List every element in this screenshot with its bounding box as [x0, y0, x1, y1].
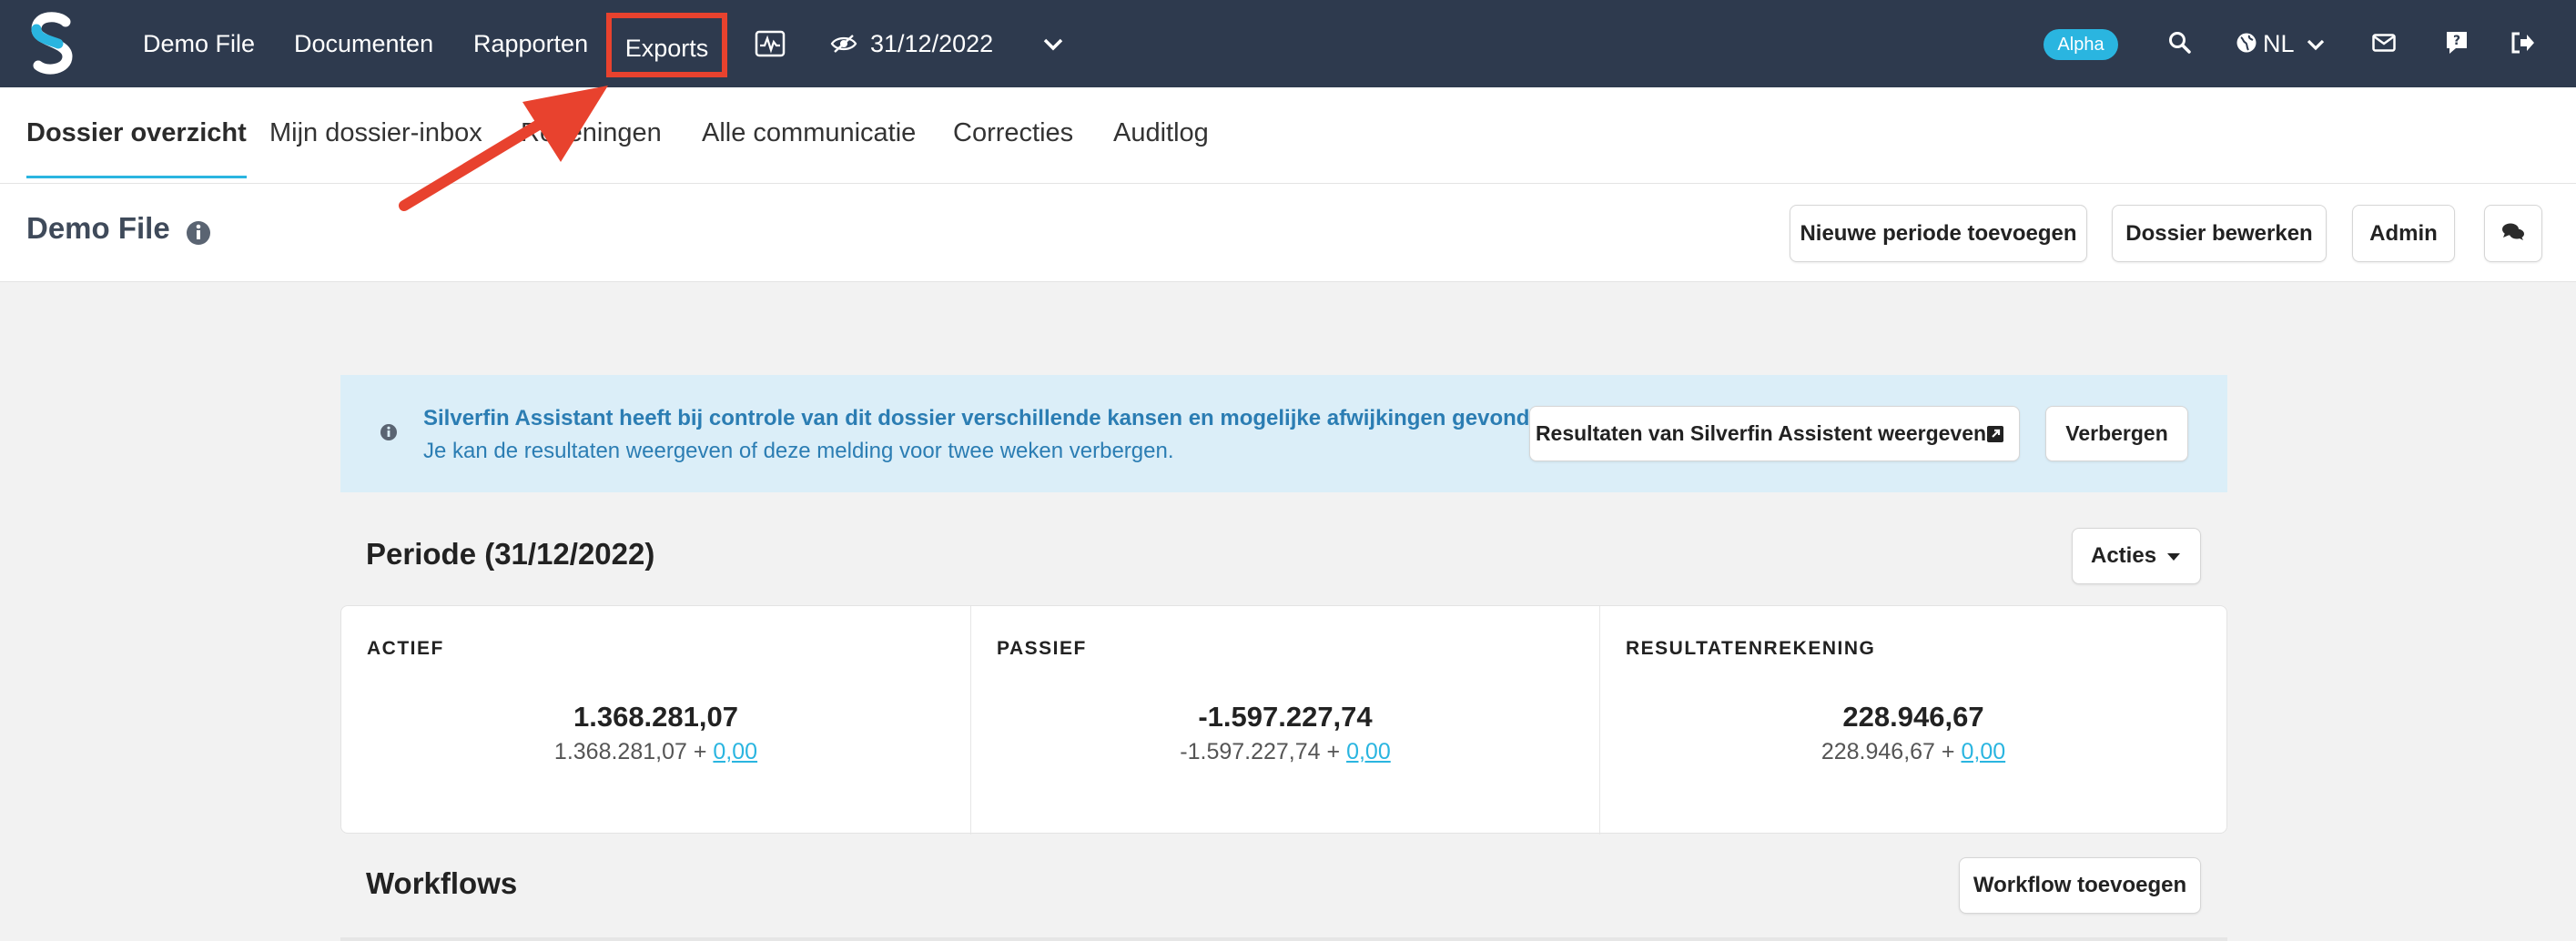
summary-resultatenrekening: RESULTATENREKENING 228.946,67 228.946,67…	[1599, 606, 2226, 835]
summary-base: 228.946,67 +	[1820, 739, 1955, 764]
summary-breakdown: 1.368.281,07 + 0,00	[341, 739, 970, 765]
summary-adjustment-link[interactable]: 0,00	[1961, 739, 2005, 764]
add-workflow-button[interactable]: Workflow toevoegen	[1959, 857, 2201, 914]
summary-adjustment-link[interactable]: 0,00	[713, 739, 757, 764]
actions-button[interactable]: Acties	[2072, 528, 2201, 584]
summary-breakdown: -1.597.227,74 + 0,00	[971, 739, 1599, 765]
tab-dossier-overzicht[interactable]: Dossier overzicht	[26, 87, 247, 184]
summary-value: 228.946,67	[1842, 701, 1984, 733]
nav-exports[interactable]: Exports	[606, 13, 727, 77]
summary-passief: PASSIEF -1.597.227,74 -1.597.227,74 + 0,…	[970, 606, 1599, 835]
summary-actief: ACTIEF 1.368.281,07 1.368.281,07 + 0,00	[341, 606, 970, 835]
workflows-card-top	[340, 937, 2227, 941]
svg-text:?: ?	[2453, 34, 2460, 48]
period-summary-card: ACTIEF 1.368.281,07 1.368.281,07 + 0,00 …	[340, 605, 2227, 835]
summary-value: 1.368.281,07	[573, 701, 738, 733]
show-assistant-results-label: Resultaten van Silverfin Assistent weerg…	[1535, 421, 1987, 445]
assistant-alert: Silverfin Assistant heeft bij controle v…	[340, 375, 2227, 492]
caret-down-icon	[2167, 553, 2180, 561]
admin-button[interactable]: Admin	[2352, 205, 2455, 262]
summary-breakdown: 228.946,67 + 0,00	[1600, 739, 2226, 765]
silverfin-logo[interactable]	[27, 11, 78, 76]
summary-value: -1.597.227,74	[1198, 701, 1373, 733]
tab-alle-communicatie[interactable]: Alle communicatie	[702, 87, 916, 184]
nav-demo-file[interactable]: Demo File	[143, 0, 255, 87]
alert-message: Silverfin Assistant heeft bij controle v…	[423, 406, 1562, 430]
page-header: Demo File Nieuwe periode toevoegen Dossi…	[0, 184, 2576, 282]
info-icon[interactable]	[185, 219, 212, 247]
eye-slash-icon	[830, 33, 857, 55]
summary-base: 1.368.281,07 +	[553, 739, 707, 764]
comments-icon	[2501, 222, 2525, 242]
envelope-icon[interactable]	[2370, 31, 2398, 55]
nav-documenten[interactable]: Documenten	[294, 0, 433, 87]
alpha-badge: Alpha	[2044, 29, 2118, 60]
search-icon[interactable]	[2166, 29, 2194, 56]
chevron-down-icon[interactable]	[1040, 33, 1067, 56]
period-date: 31/12/2022	[870, 29, 994, 57]
dossier-tabs: Dossier overzicht Mijn dossier-inbox Rek…	[0, 87, 2576, 184]
actions-button-label: Acties	[2091, 543, 2157, 568]
annotation-arrow	[399, 86, 608, 211]
edit-file-button[interactable]: Dossier bewerken	[2112, 205, 2327, 262]
help-icon[interactable]: ?	[2443, 29, 2470, 56]
tab-auditlog[interactable]: Auditlog	[1113, 87, 1209, 184]
summary-base: -1.597.227,74 +	[1180, 739, 1341, 764]
activity-monitor-icon[interactable]	[752, 27, 788, 60]
page-title: Demo File	[26, 211, 170, 245]
language-selector[interactable]: NL	[2263, 0, 2295, 87]
summary-adjustment-link[interactable]: 0,00	[1346, 739, 1391, 764]
top-navbar: Demo File Documenten Rapporten Exports 3…	[0, 0, 2576, 87]
new-period-button[interactable]: Nieuwe periode toevoegen	[1790, 205, 2087, 262]
workflows-title: Workflows	[366, 866, 518, 900]
globe-icon	[2235, 31, 2258, 55]
nav-rapporten[interactable]: Rapporten	[473, 0, 588, 87]
summary-label: ACTIEF	[367, 638, 444, 659]
alert-info-icon	[379, 422, 399, 442]
summary-label: RESULTATENREKENING	[1626, 638, 1876, 659]
alert-submessage: Je kan de resultaten weergeven of deze m…	[423, 439, 1174, 463]
external-link-icon	[1986, 425, 2004, 443]
hide-alert-button[interactable]: Verbergen	[2045, 406, 2188, 461]
show-assistant-results-button[interactable]: Resultaten van Silverfin Assistent weerg…	[1529, 406, 2020, 461]
period-selector[interactable]: 31/12/2022	[830, 0, 993, 87]
tab-correcties[interactable]: Correcties	[953, 87, 1073, 184]
period-title: Periode (31/12/2022)	[366, 537, 655, 571]
language-chevron-down-icon[interactable]	[2303, 35, 2328, 55]
comments-button[interactable]	[2484, 205, 2542, 262]
summary-label: PASSIEF	[997, 638, 1087, 659]
logout-icon[interactable]	[2509, 29, 2536, 56]
